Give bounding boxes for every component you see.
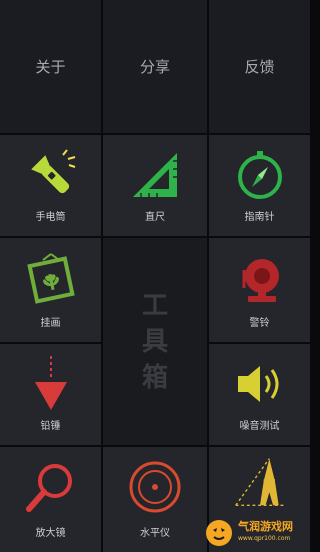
about-button[interactable]: 关于: [0, 0, 101, 133]
plumb-bob-tile[interactable]: 铅锤: [0, 344, 101, 445]
banner-char-2: 具: [141, 326, 168, 357]
compass-icon: [232, 147, 288, 203]
noise-test-label: 噪音测试: [239, 421, 280, 432]
watermark-sub: www.qpr100.com: [238, 535, 291, 542]
picture-frame-icon: [23, 250, 79, 306]
speaker-icon: [232, 356, 288, 412]
picture-frame-label: 挂画: [40, 318, 61, 329]
watermark-main: 气润游戏网: [238, 520, 293, 533]
alarm-bell-icon: [232, 250, 288, 306]
share-button[interactable]: 分享: [103, 0, 207, 133]
toolbox-grid: 关于 分享 反馈 手电筒 直尺 指南针 挂画 工 具 箱 警铃 铅锤 噪音测试 …: [0, 0, 310, 552]
compass-tile[interactable]: 指南针: [209, 135, 310, 236]
watermark: 气润游戏网 www.qpr100.com: [204, 515, 310, 551]
ruler-label: 直尺: [145, 212, 165, 223]
alarm-bell-tile[interactable]: 警铃: [209, 238, 310, 342]
noise-test-tile[interactable]: 噪音测试: [209, 344, 310, 445]
alarm-bell-label: 警铃: [249, 318, 270, 329]
flashlight-tile[interactable]: 手电筒: [0, 135, 101, 236]
level-icon: [127, 459, 183, 515]
ruler-tile[interactable]: 直尺: [103, 135, 207, 236]
toolbox-banner: 工 具 箱: [103, 238, 207, 445]
feedback-button[interactable]: 反馈: [209, 0, 310, 133]
magnifier-label: 放大镜: [35, 528, 66, 539]
magnifier-tile[interactable]: 放大镜: [0, 447, 101, 552]
banner-char-3: 箱: [141, 362, 168, 393]
plumb-bob-icon: [23, 356, 79, 412]
about-label: 关于: [35, 58, 66, 76]
tower-measure-icon: [232, 453, 288, 509]
compass-label: 指南针: [244, 212, 275, 223]
ruler-triangle-icon: [127, 147, 183, 203]
magnifier-icon: [23, 459, 79, 515]
plumb-bob-label: 铅锤: [40, 421, 61, 432]
share-label: 分享: [139, 58, 170, 76]
tiger-logo-icon: [206, 520, 232, 546]
flashlight-label: 手电筒: [35, 212, 66, 223]
picture-frame-tile[interactable]: 挂画: [0, 238, 101, 342]
watermark-text: 气润游戏网 www.qpr100.com: [238, 521, 293, 545]
feedback-label: 反馈: [244, 58, 275, 76]
level-tile[interactable]: 水平仪: [103, 447, 207, 552]
flashlight-icon: [23, 147, 79, 203]
level-label: 水平仪: [140, 528, 170, 539]
banner-char-1: 工: [141, 290, 168, 321]
